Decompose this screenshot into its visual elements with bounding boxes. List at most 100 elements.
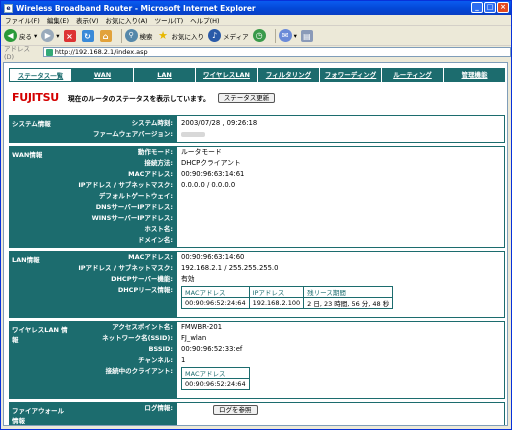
wan-value [181, 235, 500, 246]
wan-value: 0.0.0.0 / 0.0.0.0 [181, 181, 236, 189]
close-button[interactable]: × [497, 2, 509, 13]
back-button[interactable]: ◀ 戻る ▾ [4, 29, 37, 42]
address-bar: アドレス(D) http://192.168.2.1/index.asp [1, 45, 511, 61]
status-refresh-button[interactable]: ステータス更新 [217, 92, 276, 103]
wan-value [181, 224, 500, 235]
home-icon: ⌂ [99, 29, 112, 42]
search-button[interactable]: ⚲ 検索 [124, 29, 153, 42]
wan-key: ドメイン名: [137, 236, 173, 244]
firmware-version-key: ファームウェアバージョン: [92, 130, 173, 138]
dhcp-server-value: 有効 [181, 275, 195, 283]
page-description: 現在のルータのステータスを表示しています。 [67, 94, 210, 103]
title-bar: e Wireless Broadband Router - Microsoft … [1, 1, 511, 15]
tab-management[interactable]: 管理機能 [444, 68, 505, 82]
wireless-section: ワイヤレスLAN 情報 アクセスポイント名: ネットワーク名(SSID): BS… [9, 321, 505, 399]
log-info-key: ログ情報: [144, 404, 173, 412]
firewall-label: ファイアウォール 情報 [12, 407, 64, 425]
print-icon: ▤ [300, 29, 313, 42]
system-label: システム情報 [12, 120, 51, 128]
menu-edit[interactable]: 編集(E) [47, 15, 69, 25]
system-time-value: 2003/07/28 , 09:26:18 [181, 119, 258, 127]
address-label: アドレス(D) [4, 45, 30, 61]
menu-help[interactable]: ヘルプ(H) [190, 15, 219, 25]
dhcp-lease-table: MACアドレス IPアドレス 残リース期間 00:90:96:52:24:64 … [181, 286, 394, 309]
search-icon: ⚲ [124, 29, 138, 42]
channel-value: 1 [181, 356, 186, 364]
wan-label: WAN情報 [12, 151, 43, 159]
firewall-section: ファイアウォール 情報 ログ情報: ログを参照 [9, 402, 505, 425]
wan-key: 接続方法: [144, 159, 173, 167]
wan-key: MACアドレス: [128, 170, 173, 178]
wan-key: DNSサーバーIPアドレス: [95, 203, 173, 211]
back-arrow-icon: ◀ [4, 29, 17, 42]
client-header-mac: MACアドレス [181, 367, 250, 379]
lan-label: LAN情報 [12, 256, 40, 264]
wan-key: IPアドレス / サブネットマスク: [78, 181, 173, 189]
tab-lan[interactable]: LAN [134, 68, 196, 82]
bssid-value: 00:90:96:52:33:ef [181, 345, 243, 353]
ap-name-value: FMWBR-201 [181, 323, 223, 331]
wireless-key: アクセスポイント名: [112, 323, 173, 331]
menu-bar: ファイル(F) 編集(E) 表示(V) お気に入り(A) ツール(T) ヘルプ(… [1, 15, 511, 26]
wireless-key: ネットワーク名(SSID): [102, 334, 173, 342]
menu-favorites[interactable]: お気に入り(A) [106, 15, 148, 25]
print-button[interactable]: ▤ [300, 29, 315, 42]
ie-icon: e [4, 3, 13, 13]
lan-key: DHCPリース情報: [117, 286, 173, 294]
lease-mac: 00:90:96:52:24:64 [181, 297, 250, 309]
refresh-button[interactable]: ↻ [81, 29, 96, 42]
lan-key: IPアドレス / サブネットマスク: [78, 264, 173, 272]
star-icon: ★ [158, 29, 168, 42]
stop-button[interactable]: × [63, 29, 78, 42]
wan-key: ホスト名: [144, 225, 173, 233]
wireless-key: BSSID: [148, 345, 173, 353]
forward-button[interactable]: ▶ ▾ [41, 29, 60, 42]
media-button[interactable]: ♪ メディア [208, 29, 249, 42]
tab-forwarding[interactable]: フォワーディング [320, 68, 382, 82]
lease-header-ip: IPアドレス [248, 286, 305, 298]
mail-button[interactable]: ✉ ▾ [278, 29, 297, 42]
wan-value: ルータモード [181, 148, 222, 156]
wan-value [181, 202, 500, 213]
menu-file[interactable]: ファイル(F) [5, 15, 40, 25]
firmware-version-value [181, 129, 500, 140]
view-log-button[interactable]: ログを参照 [213, 405, 258, 415]
tab-wan[interactable]: WAN [72, 68, 134, 82]
tab-filtering[interactable]: フィルタリング [258, 68, 320, 82]
address-input[interactable]: http://192.168.2.1/index.asp [42, 47, 511, 57]
home-button[interactable]: ⌂ [99, 29, 114, 42]
wan-key: 動作モード: [137, 148, 173, 156]
menu-tools[interactable]: ツール(T) [155, 15, 184, 25]
system-time-key: システム時刻: [131, 119, 173, 127]
maximize-button[interactable]: □ [484, 2, 496, 13]
menu-view[interactable]: 表示(V) [76, 15, 99, 25]
wan-section: WAN情報 動作モード: 接続方法: MACアドレス: IPアドレス / サブネ… [9, 146, 505, 248]
ssid-value: FJ_wlan [181, 334, 207, 342]
address-url: http://192.168.2.1/index.asp [54, 48, 148, 56]
refresh-icon: ↻ [81, 29, 94, 42]
history-icon: ◷ [252, 29, 266, 42]
window-title: Wireless Broadband Router - Microsoft In… [16, 3, 256, 13]
tab-status[interactable]: ステータス一覧 [9, 68, 72, 82]
favorites-button[interactable]: ★ お気に入り [157, 29, 204, 42]
redacted-version [181, 131, 205, 137]
lease-remaining: 2 日, 23 時間, 56 分, 48 秒 [303, 297, 394, 309]
tab-routing[interactable]: ルーティング [382, 68, 444, 82]
fujitsu-logo: FUJITSU [12, 91, 59, 104]
chevron-down-icon: ▾ [34, 31, 38, 40]
lease-header-remaining: 残リース期間 [303, 286, 394, 298]
wireless-key: チャンネル: [138, 356, 173, 364]
chevron-down-icon: ▾ [56, 31, 60, 40]
lan-mac-value: 00:90:96:63:14:60 [181, 253, 245, 261]
wan-value: 00:90:96:63:14:61 [181, 170, 245, 178]
lan-key: MACアドレス: [128, 253, 173, 261]
nav-tabs: ステータス一覧 WAN LAN ワイヤレスLAN フィルタリング フォワーディン… [9, 68, 505, 82]
wireless-client-table: MACアドレス 00:90:96:52:24:64 [181, 367, 250, 390]
lan-ip-value: 192.168.2.1 / 255.255.255.0 [181, 264, 279, 272]
minimize-button[interactable]: _ [471, 2, 483, 13]
tab-wireless-lan[interactable]: ワイヤレスLAN [196, 68, 258, 82]
history-button[interactable]: ◷ [252, 29, 268, 42]
system-section: システム情報 システム時刻: ファームウェアバージョン: 2003/07/28 … [9, 115, 505, 143]
stop-icon: × [63, 29, 76, 42]
lease-header-mac: MACアドレス [181, 286, 250, 298]
